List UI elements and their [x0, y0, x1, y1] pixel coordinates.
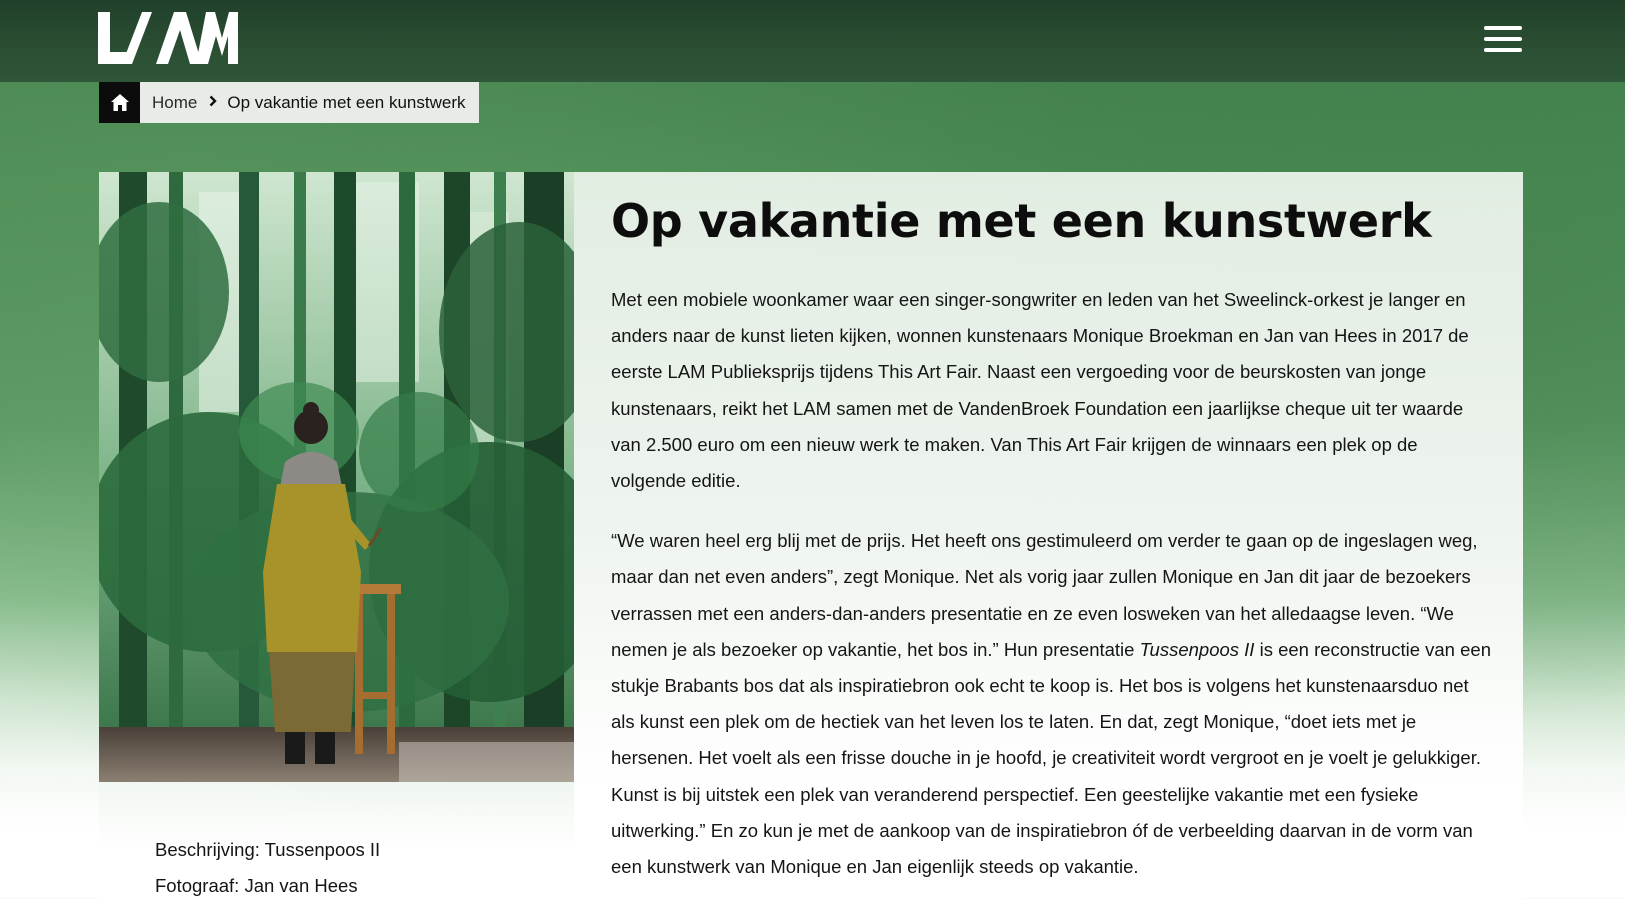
artwork-photo — [99, 172, 574, 782]
paragraph-text: is een reconstructie van een stukje Brab… — [611, 638, 1491, 878]
article-paragraph: “We waren heel erg blij met de prijs. He… — [611, 523, 1491, 885]
article-card: Beschrijving: Tussenpoos II Fotograaf: J… — [99, 172, 1523, 899]
breadcrumb-home-link[interactable]: Home — [152, 93, 197, 113]
article-paragraph: Met een mobiele woonkamer waar een singe… — [611, 289, 1469, 492]
lam-logo[interactable] — [98, 12, 238, 64]
artwork-title: Tussenpoos II — [1139, 638, 1255, 660]
chevron-right-icon — [209, 95, 218, 110]
home-icon[interactable] — [99, 82, 140, 123]
hamburger-menu-icon[interactable] — [1484, 24, 1524, 54]
page-title: Op vakantie met een kunstwerk — [611, 194, 1432, 248]
image-caption: Beschrijving: Tussenpoos II Fotograaf: J… — [155, 832, 380, 899]
breadcrumb: Home Op vakantie met een kunstwerk — [99, 82, 480, 123]
site-header — [0, 0, 1625, 82]
menu-line — [1484, 48, 1522, 52]
menu-line — [1484, 26, 1522, 30]
menu-line — [1484, 37, 1522, 41]
article-body: Met een mobiele woonkamer waar een singe… — [611, 282, 1491, 899]
image-description: Beschrijving: Tussenpoos II — [155, 839, 381, 860]
lam-logo-icon — [98, 12, 238, 64]
image-photographer: Fotograaf: Jan van Hees — [155, 875, 358, 896]
breadcrumb-current: Op vakantie met een kunstwerk — [227, 92, 466, 112]
breadcrumb-trail: Home Op vakantie met een kunstwerk — [140, 82, 479, 123]
